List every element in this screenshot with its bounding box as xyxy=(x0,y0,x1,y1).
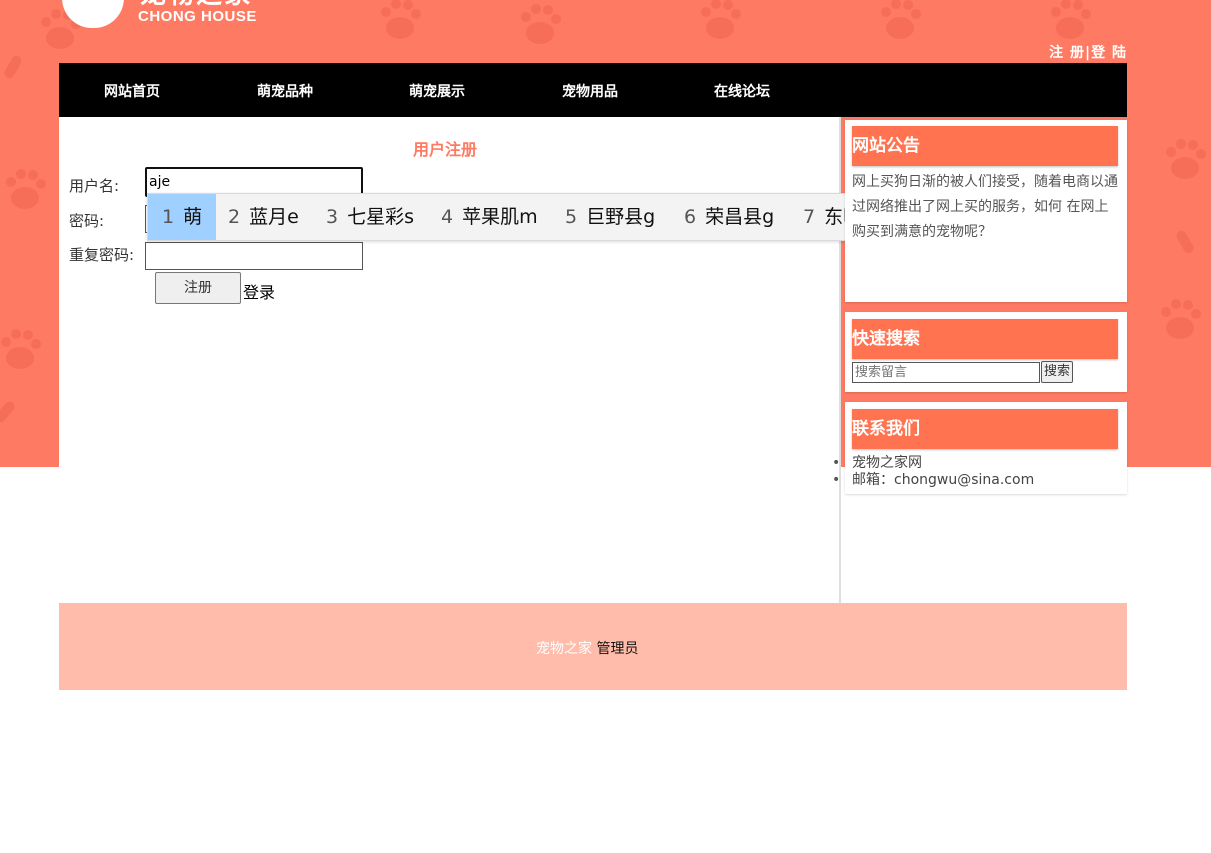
bullet-icon: • xyxy=(832,455,841,471)
search-button[interactable]: 搜索 xyxy=(1041,361,1073,383)
list-item: • 宠物之家网 xyxy=(832,455,922,471)
bullet-icon: • xyxy=(832,472,841,488)
notice-title: 网站公告 xyxy=(852,126,1118,166)
list-item: • 邮箱：chongwu@sina.com xyxy=(832,472,1035,488)
search-title: 快速搜索 xyxy=(852,319,1118,359)
login-button-link[interactable]: 登录 xyxy=(243,279,275,303)
repeat-password-input[interactable] xyxy=(145,242,363,270)
ime-candidate-5[interactable]: 5 巨野县g xyxy=(565,194,655,240)
repeat-password-label: 重复密码: xyxy=(69,246,135,264)
footer-text: 宠物之家 管理员 xyxy=(536,638,638,658)
notice-text: 网上买狗日渐的被人们接受，随着电商以通过网络推出了网上买的服务，如何 在网上购买… xyxy=(852,174,1118,240)
ime-candidate-6[interactable]: 6 荣昌县g xyxy=(684,194,774,240)
register-title: 用户注册 xyxy=(413,140,478,159)
site-logo[interactable]: 宠物之家 CHONG HOUSE xyxy=(62,0,442,28)
password-label: 密码: xyxy=(69,212,105,230)
logo-subtitle: CHONG HOUSE xyxy=(138,8,257,25)
login-link[interactable]: 登 陆 xyxy=(1091,45,1127,61)
search-input[interactable] xyxy=(852,362,1040,383)
auth-links: 注 册|登 陆 xyxy=(1049,42,1127,62)
logo-mark-icon xyxy=(62,0,124,28)
ime-candidate-3[interactable]: 3 七星彩s xyxy=(326,194,414,240)
footer-site-name: 宠物之家 xyxy=(536,641,592,657)
nav-item-supplies[interactable]: 宠物用品 xyxy=(562,81,618,101)
nav-item-gallery[interactable]: 萌宠展示 xyxy=(409,81,465,101)
ime-candidate-4[interactable]: 4 苹果肌m xyxy=(441,194,538,240)
nav-item-forum[interactable]: 在线论坛 xyxy=(714,81,770,101)
username-label: 用户名: xyxy=(69,177,120,195)
contact-title: 联系我们 xyxy=(852,409,1118,449)
nav-item-home[interactable]: 网站首页 xyxy=(104,81,160,101)
register-link[interactable]: 注 册 xyxy=(1049,45,1085,61)
footer-admin-link[interactable]: 管理员 xyxy=(596,641,638,657)
register-button[interactable]: 注册 xyxy=(155,272,241,304)
ime-candidate-2[interactable]: 2 蓝月e xyxy=(228,194,299,240)
main-nav: 网站首页 萌宠品种 萌宠展示 宠物用品 在线论坛 xyxy=(59,63,1127,117)
ime-candidate-1[interactable]: 1萌 xyxy=(148,194,217,240)
nav-item-breeds[interactable]: 萌宠品种 xyxy=(257,81,313,101)
contact-list: • 宠物之家网 • 邮箱：chongwu@sina.com xyxy=(832,455,1035,489)
column-divider xyxy=(839,117,841,603)
